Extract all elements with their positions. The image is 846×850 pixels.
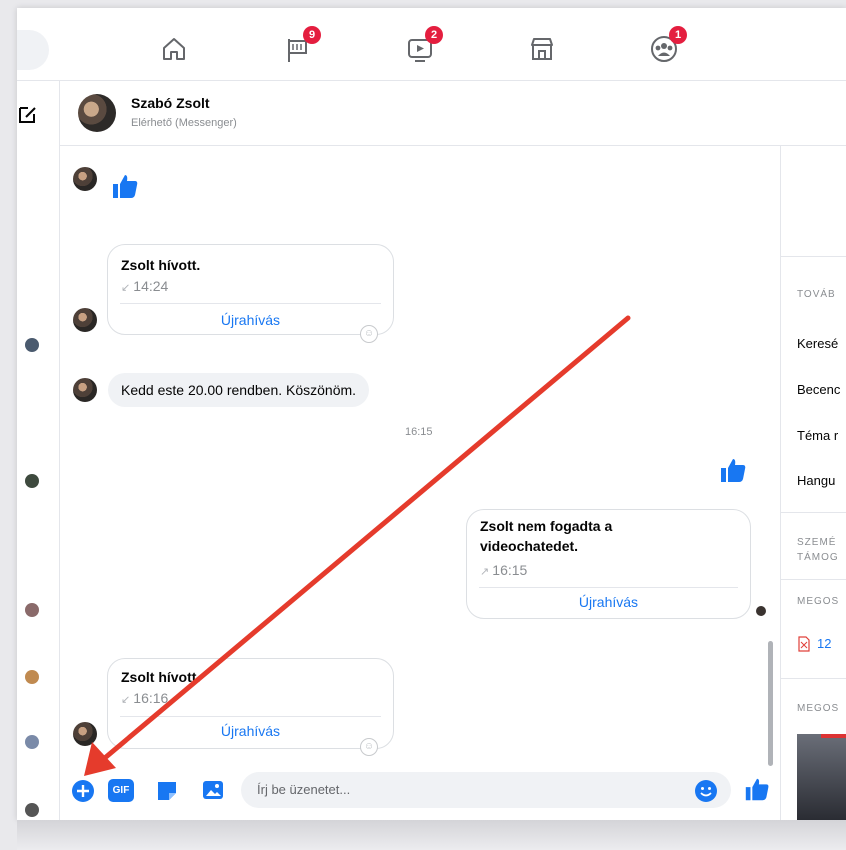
callback-button[interactable]: Újrahívás — [108, 723, 393, 739]
contact-avatar-small — [73, 378, 97, 402]
theme-item[interactable]: Téma r — [797, 428, 838, 443]
like-send-icon[interactable] — [743, 775, 771, 803]
like-icon — [113, 175, 138, 198]
watch-badge: 2 — [425, 26, 443, 44]
top-navigation: 9 2 1 — [17, 8, 846, 81]
call-time: ↙ 14:24 — [121, 278, 169, 294]
missed-video-call-bubble: Zsolt nem fogadta a videochatedet. ↗ 16:… — [466, 509, 751, 619]
search-in-conversation[interactable]: Keresé — [797, 336, 838, 351]
marketplace-icon[interactable] — [527, 34, 557, 64]
divider — [781, 579, 846, 580]
call-time: ↙ 16:16 — [121, 690, 169, 706]
contact-avatar-small — [73, 167, 97, 191]
reaction-icon[interactable]: ☺ — [360, 738, 378, 756]
contact-avatar[interactable] — [78, 94, 116, 132]
contact-avatar-small — [73, 722, 97, 746]
section-header: SZEMÉ — [797, 537, 837, 548]
conversation-avatar[interactable] — [25, 603, 39, 617]
call-title: Zsolt hívott. — [121, 257, 201, 273]
gif-button[interactable]: GIF — [108, 779, 134, 802]
groups-nav-item[interactable]: 1 — [649, 26, 687, 64]
search-pill[interactable] — [17, 30, 49, 70]
divider — [781, 256, 846, 257]
like-icon — [721, 459, 746, 482]
sound-item[interactable]: Hangu — [797, 473, 835, 488]
conversation-avatar[interactable] — [25, 338, 39, 352]
conversation-avatar[interactable] — [25, 474, 39, 488]
compose-icon[interactable] — [17, 103, 39, 125]
missed-call-time: ↗ 16:15 — [480, 562, 528, 578]
contact-avatar-small — [73, 308, 97, 332]
home-icon[interactable] — [159, 34, 189, 64]
read-receipt-avatar — [756, 606, 766, 616]
section-header: MEGOS — [797, 703, 840, 714]
conversation-avatar[interactable] — [25, 803, 39, 817]
call-time-value: 16:16 — [133, 690, 169, 706]
chat-header: Szabó Zsolt Elérhető (Messenger) — [60, 81, 846, 146]
section-header: TOVÁB — [797, 289, 836, 300]
callback-button[interactable]: Újrahívás — [467, 594, 750, 610]
watch-nav-item[interactable]: 2 — [405, 26, 443, 64]
conversation-list — [17, 81, 60, 820]
bubble-separator — [120, 303, 381, 304]
conversation-info-panel: TOVÁB Keresé Becenc Téma r Hangu SZEMÉ T… — [780, 146, 846, 820]
missed-call-title-line1: Zsolt nem fogadta a — [480, 518, 613, 534]
plus-circle-icon[interactable] — [71, 779, 95, 803]
conversation-avatar[interactable] — [25, 735, 39, 749]
shared-media-thumbnail[interactable] — [797, 734, 846, 820]
text-message: Kedd este 20.00 rendben. Köszönöm. — [108, 373, 370, 407]
missed-call-time-value: 16:15 — [492, 562, 528, 578]
contact-status: Elérhető (Messenger) — [131, 117, 237, 129]
window-shadow — [17, 820, 846, 850]
message-timestamp: 16:15 — [405, 426, 433, 438]
sticker-icon[interactable] — [155, 779, 179, 803]
reaction-icon[interactable]: ☺ — [360, 325, 378, 343]
pages-badge: 9 — [303, 26, 321, 44]
call-time-value: 14:24 — [133, 278, 169, 294]
emoji-icon[interactable] — [694, 779, 718, 803]
bubble-separator — [479, 587, 738, 588]
groups-badge: 1 — [669, 26, 687, 44]
pdf-file-icon — [798, 636, 810, 652]
call-title: Zsolt hívott. — [121, 669, 201, 685]
message-input[interactable]: Írj be üzenetet... — [241, 772, 731, 808]
nicknames-item[interactable]: Becenc — [797, 382, 840, 397]
scrollbar-thumb[interactable] — [768, 641, 773, 766]
photo-icon[interactable] — [201, 778, 225, 802]
contact-name[interactable]: Szabó Zsolt — [131, 95, 210, 111]
shared-file-link[interactable]: 12 — [817, 636, 831, 651]
missed-call-title-line2: videochatedet. — [480, 538, 579, 554]
thumbnail-accent — [821, 734, 846, 738]
pages-nav-item[interactable]: 9 — [283, 26, 321, 64]
conversation-avatar[interactable] — [25, 670, 39, 684]
call-message-bubble: Zsolt hívott. ↙ 16:16 Újrahívás — [107, 658, 394, 749]
divider — [781, 512, 846, 513]
bubble-separator — [120, 716, 381, 717]
callback-button[interactable]: Újrahívás — [108, 312, 393, 328]
scrollbar[interactable] — [765, 148, 775, 772]
call-message-bubble: Zsolt hívott. ↙ 14:24 Újrahívás — [107, 244, 394, 335]
divider — [781, 678, 846, 679]
section-header: TÁMOG — [797, 552, 839, 563]
section-header: MEGOS — [797, 596, 840, 607]
